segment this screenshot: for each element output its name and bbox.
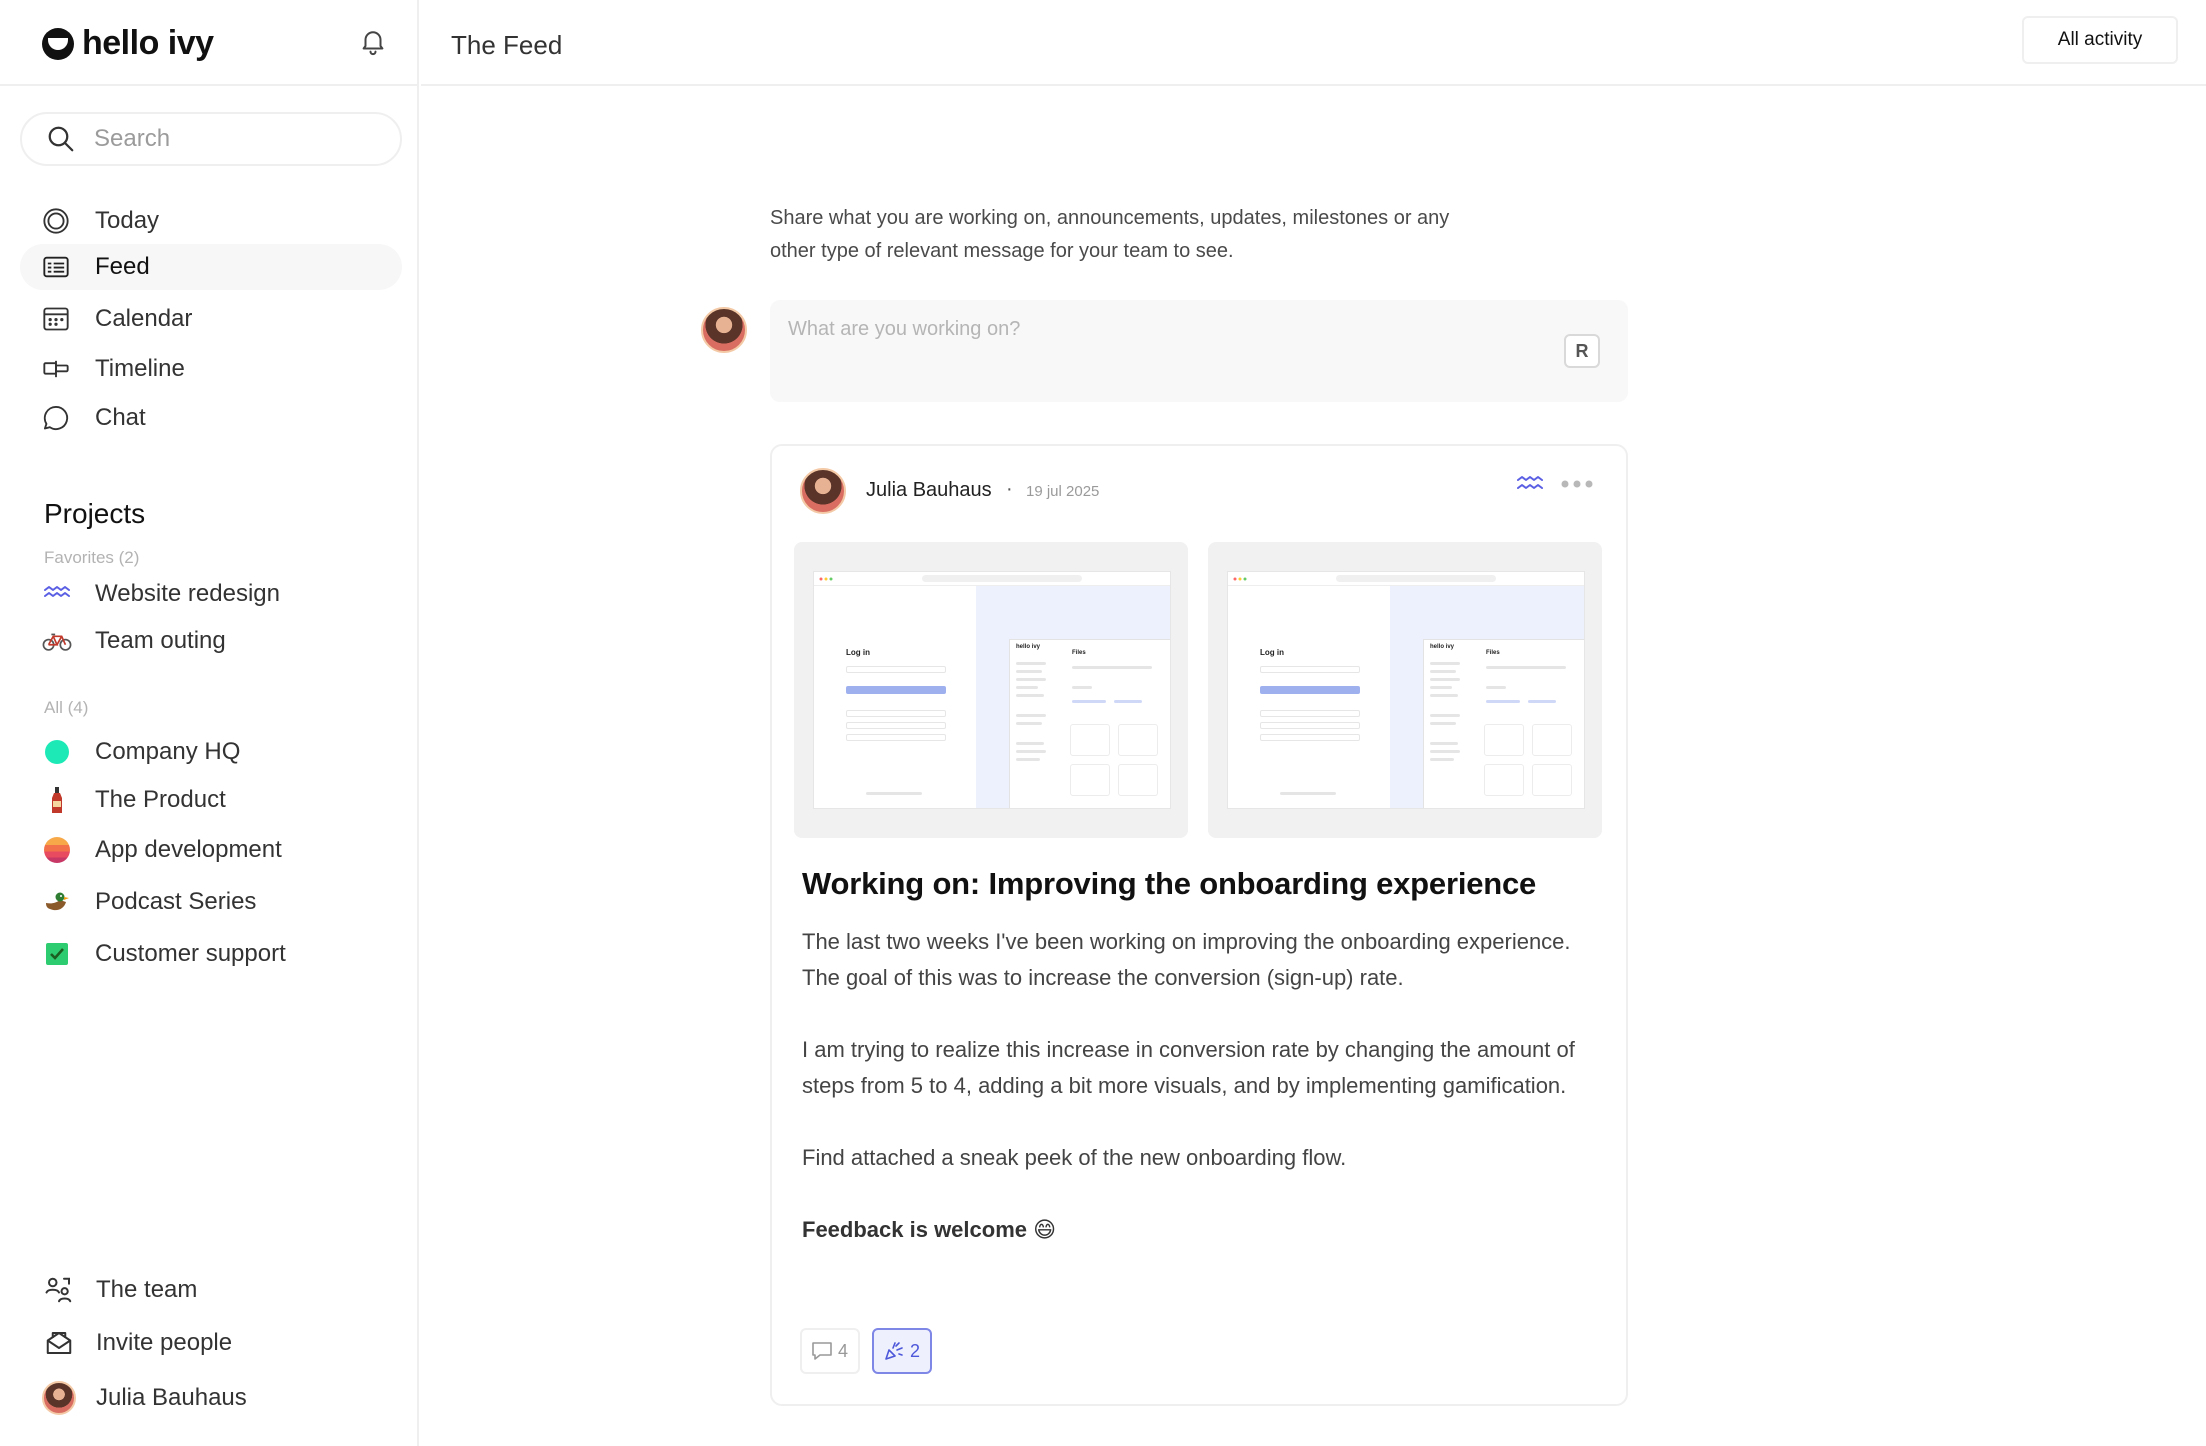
post-paragraph: I am trying to realize this increase in … bbox=[802, 1037, 1575, 1098]
sidebar-header: hello ivy bbox=[0, 0, 417, 86]
nav-label: Today bbox=[95, 207, 160, 234]
post-body: The last two weeks I've been working on … bbox=[802, 924, 1612, 1284]
logo-icon bbox=[42, 27, 74, 60]
wave-icon[interactable] bbox=[1516, 474, 1544, 496]
post-paragraph: Find attached a sneak peek of the new on… bbox=[802, 1145, 1347, 1170]
project-customer-support[interactable]: Customer support bbox=[20, 932, 402, 976]
attachment-thumbnail[interactable]: Log in hello ivy Files bbox=[794, 542, 1188, 838]
post-separator: · bbox=[1006, 478, 1013, 500]
calendar-icon bbox=[43, 307, 69, 331]
preview-app-name: hello ivy bbox=[1430, 644, 1455, 650]
search-box[interactable] bbox=[20, 112, 402, 166]
clap-count: 2 bbox=[910, 1340, 921, 1361]
user-avatar bbox=[42, 1381, 76, 1415]
preview-login-title: Log in bbox=[1260, 648, 1284, 657]
nav-label: Feed bbox=[95, 253, 150, 280]
target-icon bbox=[43, 208, 69, 234]
project-label: The Product bbox=[95, 786, 226, 813]
green-circle-icon bbox=[42, 737, 72, 767]
main-header: The Feed All activity bbox=[421, 0, 2206, 86]
project-label: Customer support bbox=[95, 940, 286, 967]
invite-people-link[interactable]: Invite people bbox=[20, 1320, 402, 1366]
nav-item-chat[interactable]: Chat bbox=[20, 395, 402, 441]
preview-panel-title: Files bbox=[1072, 650, 1086, 656]
composer-avatar bbox=[701, 307, 747, 353]
check-box-icon bbox=[42, 939, 72, 969]
nav-label: Calendar bbox=[95, 305, 193, 332]
search-icon bbox=[48, 126, 74, 152]
search-input[interactable] bbox=[94, 125, 374, 153]
all-projects-label: All (4) bbox=[44, 698, 89, 717]
bottle-icon bbox=[42, 785, 72, 815]
project-app-development[interactable]: App development bbox=[20, 828, 402, 872]
timeline-icon bbox=[43, 360, 69, 378]
brand-name: hello ivy bbox=[82, 24, 214, 62]
shortcut-badge: R bbox=[1564, 334, 1600, 368]
current-user[interactable]: Julia Bauhaus bbox=[20, 1375, 402, 1421]
bicycle-icon bbox=[42, 626, 72, 656]
clap-reaction-button[interactable]: 2 bbox=[872, 1328, 932, 1374]
nav-item-timeline[interactable]: Timeline bbox=[20, 346, 402, 392]
invite-people-label: Invite people bbox=[96, 1329, 233, 1356]
project-label: Website redesign bbox=[95, 580, 280, 607]
bell-icon[interactable] bbox=[358, 26, 388, 56]
post-date: 19 jul 2025 bbox=[1026, 483, 1100, 500]
comments-button[interactable]: 4 bbox=[800, 1328, 860, 1374]
post-composer[interactable]: R bbox=[770, 300, 1628, 402]
chat-icon bbox=[43, 405, 69, 430]
preview-login-title: Log in bbox=[846, 648, 870, 657]
the-team-link[interactable]: The team bbox=[20, 1267, 402, 1313]
screenshot-preview: Log in hello ivy Files bbox=[814, 572, 1170, 808]
user-name: Julia Bauhaus bbox=[96, 1384, 247, 1411]
post-author-avatar[interactable] bbox=[800, 468, 846, 514]
feed-post: Julia Bauhaus · 19 jul 2025 Log in hello… bbox=[770, 444, 1628, 1406]
duck-icon bbox=[42, 887, 72, 917]
projects-heading: Projects bbox=[44, 498, 146, 529]
project-label: App development bbox=[95, 836, 282, 863]
app-logo[interactable]: hello ivy bbox=[42, 24, 214, 63]
preview-app-name: hello ivy bbox=[1016, 644, 1041, 650]
project-team-outing[interactable]: Team outing bbox=[20, 619, 402, 663]
more-options-button[interactable] bbox=[1560, 472, 1594, 496]
nav-label: Chat bbox=[95, 404, 146, 431]
comment-count: 4 bbox=[838, 1340, 849, 1361]
project-label: Team outing bbox=[95, 627, 226, 654]
team-icon bbox=[45, 1277, 72, 1303]
page-title: The Feed bbox=[451, 30, 563, 60]
wave-icon bbox=[42, 579, 72, 609]
composer-input[interactable] bbox=[788, 318, 1488, 341]
post-author[interactable]: Julia Bauhaus bbox=[866, 479, 992, 502]
envelope-open-icon bbox=[46, 1332, 72, 1354]
more-icon bbox=[1561, 480, 1593, 488]
preview-panel-title: Files bbox=[1486, 650, 1500, 656]
project-company-hq[interactable]: Company HQ bbox=[20, 730, 402, 774]
comment-icon bbox=[812, 1342, 832, 1360]
favorites-label: Favorites (2) bbox=[44, 548, 140, 567]
post-title: Working on: Improving the onboarding exp… bbox=[802, 866, 1537, 901]
nav-item-calendar[interactable]: Calendar bbox=[20, 296, 402, 342]
post-closing: Feedback is welcome 😄 bbox=[802, 1217, 1057, 1242]
project-website-redesign[interactable]: Website redesign bbox=[20, 572, 402, 616]
post-paragraph: The last two weeks I've been working on … bbox=[802, 929, 1571, 990]
project-label: Podcast Series bbox=[95, 888, 257, 915]
clap-icon bbox=[885, 1342, 903, 1360]
the-team-label: The team bbox=[96, 1276, 198, 1303]
sidebar: hello ivy Today Feed Calendar Timeline bbox=[0, 0, 419, 1446]
nav-item-feed[interactable]: Feed bbox=[20, 244, 402, 290]
all-activity-button[interactable]: All activity bbox=[2022, 16, 2178, 64]
project-the-product[interactable]: The Product bbox=[20, 778, 402, 822]
nav-label: Timeline bbox=[95, 355, 185, 382]
sunset-icon bbox=[42, 835, 72, 865]
project-podcast-series[interactable]: Podcast Series bbox=[20, 880, 402, 924]
composer-intro: Share what you are working on, announcem… bbox=[770, 207, 1450, 262]
nav-item-today[interactable]: Today bbox=[20, 198, 402, 244]
feed-icon bbox=[43, 256, 69, 278]
attachment-thumbnail[interactable]: Log in hello ivy Files bbox=[1208, 542, 1602, 838]
project-label: Company HQ bbox=[95, 738, 241, 765]
screenshot-preview: Log in hello ivy Files bbox=[1228, 572, 1584, 808]
